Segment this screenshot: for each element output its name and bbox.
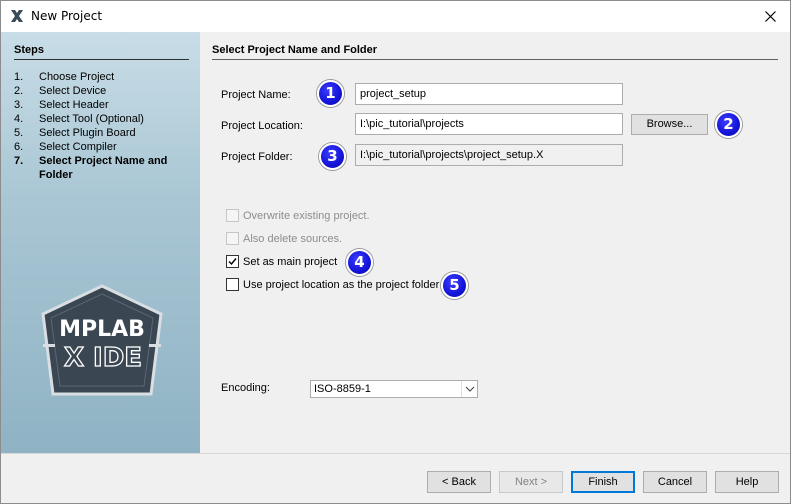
- project-location-label: Project Location:: [221, 120, 303, 132]
- chevron-down-icon: [461, 381, 477, 397]
- overwrite-label: Overwrite existing project.: [243, 209, 370, 222]
- step-label: Select Project Name and Folder: [39, 155, 168, 181]
- back-button[interactable]: < Back: [427, 471, 491, 493]
- close-icon: [764, 11, 776, 22]
- step-number: 3.: [14, 99, 24, 111]
- overwrite-project-option: Overwrite existing project.: [226, 209, 370, 222]
- step-number: 5.: [14, 127, 24, 139]
- step-item: 5. Select Plugin Board: [14, 126, 194, 140]
- step-label: Select Device: [39, 85, 107, 97]
- encoding-select[interactable]: ISO-8859-1: [310, 380, 478, 398]
- mplab-app-icon: [11, 10, 23, 22]
- delete-sources-checkbox: [226, 232, 239, 245]
- project-name-input[interactable]: project_setup: [355, 83, 623, 105]
- new-project-dialog: New Project Steps 1. Choose Project 2. Sel…: [0, 0, 791, 504]
- steps-divider: [14, 59, 189, 60]
- svg-text:MPLAB: MPLAB: [59, 317, 145, 342]
- annotation-badge-4: 4: [346, 249, 373, 276]
- main-project-checkbox[interactable]: [226, 255, 239, 268]
- step-item: 2. Select Device: [14, 84, 194, 98]
- project-name-label: Project Name:: [221, 89, 291, 101]
- step-item: 1. Choose Project: [14, 70, 194, 84]
- use-location-label: Use project location as the project fold…: [243, 278, 440, 291]
- step-label: Select Plugin Board: [39, 127, 136, 139]
- project-folder-label: Project Folder:: [221, 151, 293, 163]
- cancel-button[interactable]: Cancel: [643, 471, 707, 493]
- help-button[interactable]: Help: [715, 471, 779, 493]
- title-bar: New Project: [1, 1, 790, 32]
- step-number: 2.: [14, 85, 24, 97]
- page-title: Select Project Name and Folder: [212, 44, 378, 56]
- step-item-current: 7. Select Project Name and Folder: [14, 154, 194, 182]
- finish-button[interactable]: Finish: [571, 471, 635, 493]
- step-label: Select Compiler: [39, 141, 117, 153]
- annotation-badge-2: 2: [715, 111, 742, 138]
- step-item: 6. Select Compiler: [14, 140, 194, 154]
- delete-sources-option: Also delete sources.: [226, 232, 342, 245]
- project-location-input[interactable]: I:\pic_tutorial\projects: [355, 113, 623, 135]
- step-number: 4.: [14, 113, 24, 125]
- title-divider: [212, 59, 778, 60]
- step-label: Select Tool (Optional): [39, 113, 144, 125]
- step-number: 7.: [14, 155, 24, 167]
- window-title: New Project: [31, 9, 103, 23]
- overwrite-checkbox: [226, 209, 239, 222]
- step-number: 1.: [14, 71, 24, 83]
- encoding-label: Encoding:: [221, 382, 270, 394]
- main-project-label: Set as main project: [243, 255, 338, 268]
- content-panel: Select Project Name and Folder Project N…: [200, 32, 790, 453]
- annotation-badge-3: 3: [319, 143, 346, 170]
- annotation-badge-5: 5: [441, 272, 468, 299]
- close-button[interactable]: [750, 1, 790, 32]
- steps-panel: Steps 1. Choose Project 2. Select Device 3…: [1, 32, 200, 453]
- next-button[interactable]: Next >: [499, 471, 563, 493]
- step-number: 6.: [14, 141, 24, 153]
- annotation-badge-1: 1: [317, 80, 344, 107]
- mplab-x-ide-logo: MPLAB X IDE: [41, 284, 163, 396]
- footer-divider: [1, 453, 790, 454]
- step-label: Select Header: [39, 99, 109, 111]
- use-location-checkbox[interactable]: [226, 278, 239, 291]
- svg-text:X IDE: X IDE: [64, 343, 142, 373]
- step-label: Choose Project: [39, 71, 115, 83]
- encoding-value: ISO-8859-1: [314, 383, 371, 395]
- step-item: 3. Select Header: [14, 98, 194, 112]
- browse-button[interactable]: Browse...: [631, 114, 708, 135]
- checkmark-icon: [228, 258, 237, 266]
- main-project-option[interactable]: Set as main project: [226, 255, 337, 268]
- steps-title: Steps: [14, 44, 44, 56]
- use-location-option[interactable]: Use project location as the project fold…: [226, 278, 439, 291]
- step-item: 4. Select Tool (Optional): [14, 112, 194, 126]
- delete-sources-label: Also delete sources.: [243, 232, 343, 245]
- steps-list: 1. Choose Project 2. Select Device 3. Selec…: [14, 70, 194, 182]
- project-folder-field: I:\pic_tutorial\projects\project_setup.X: [355, 144, 623, 166]
